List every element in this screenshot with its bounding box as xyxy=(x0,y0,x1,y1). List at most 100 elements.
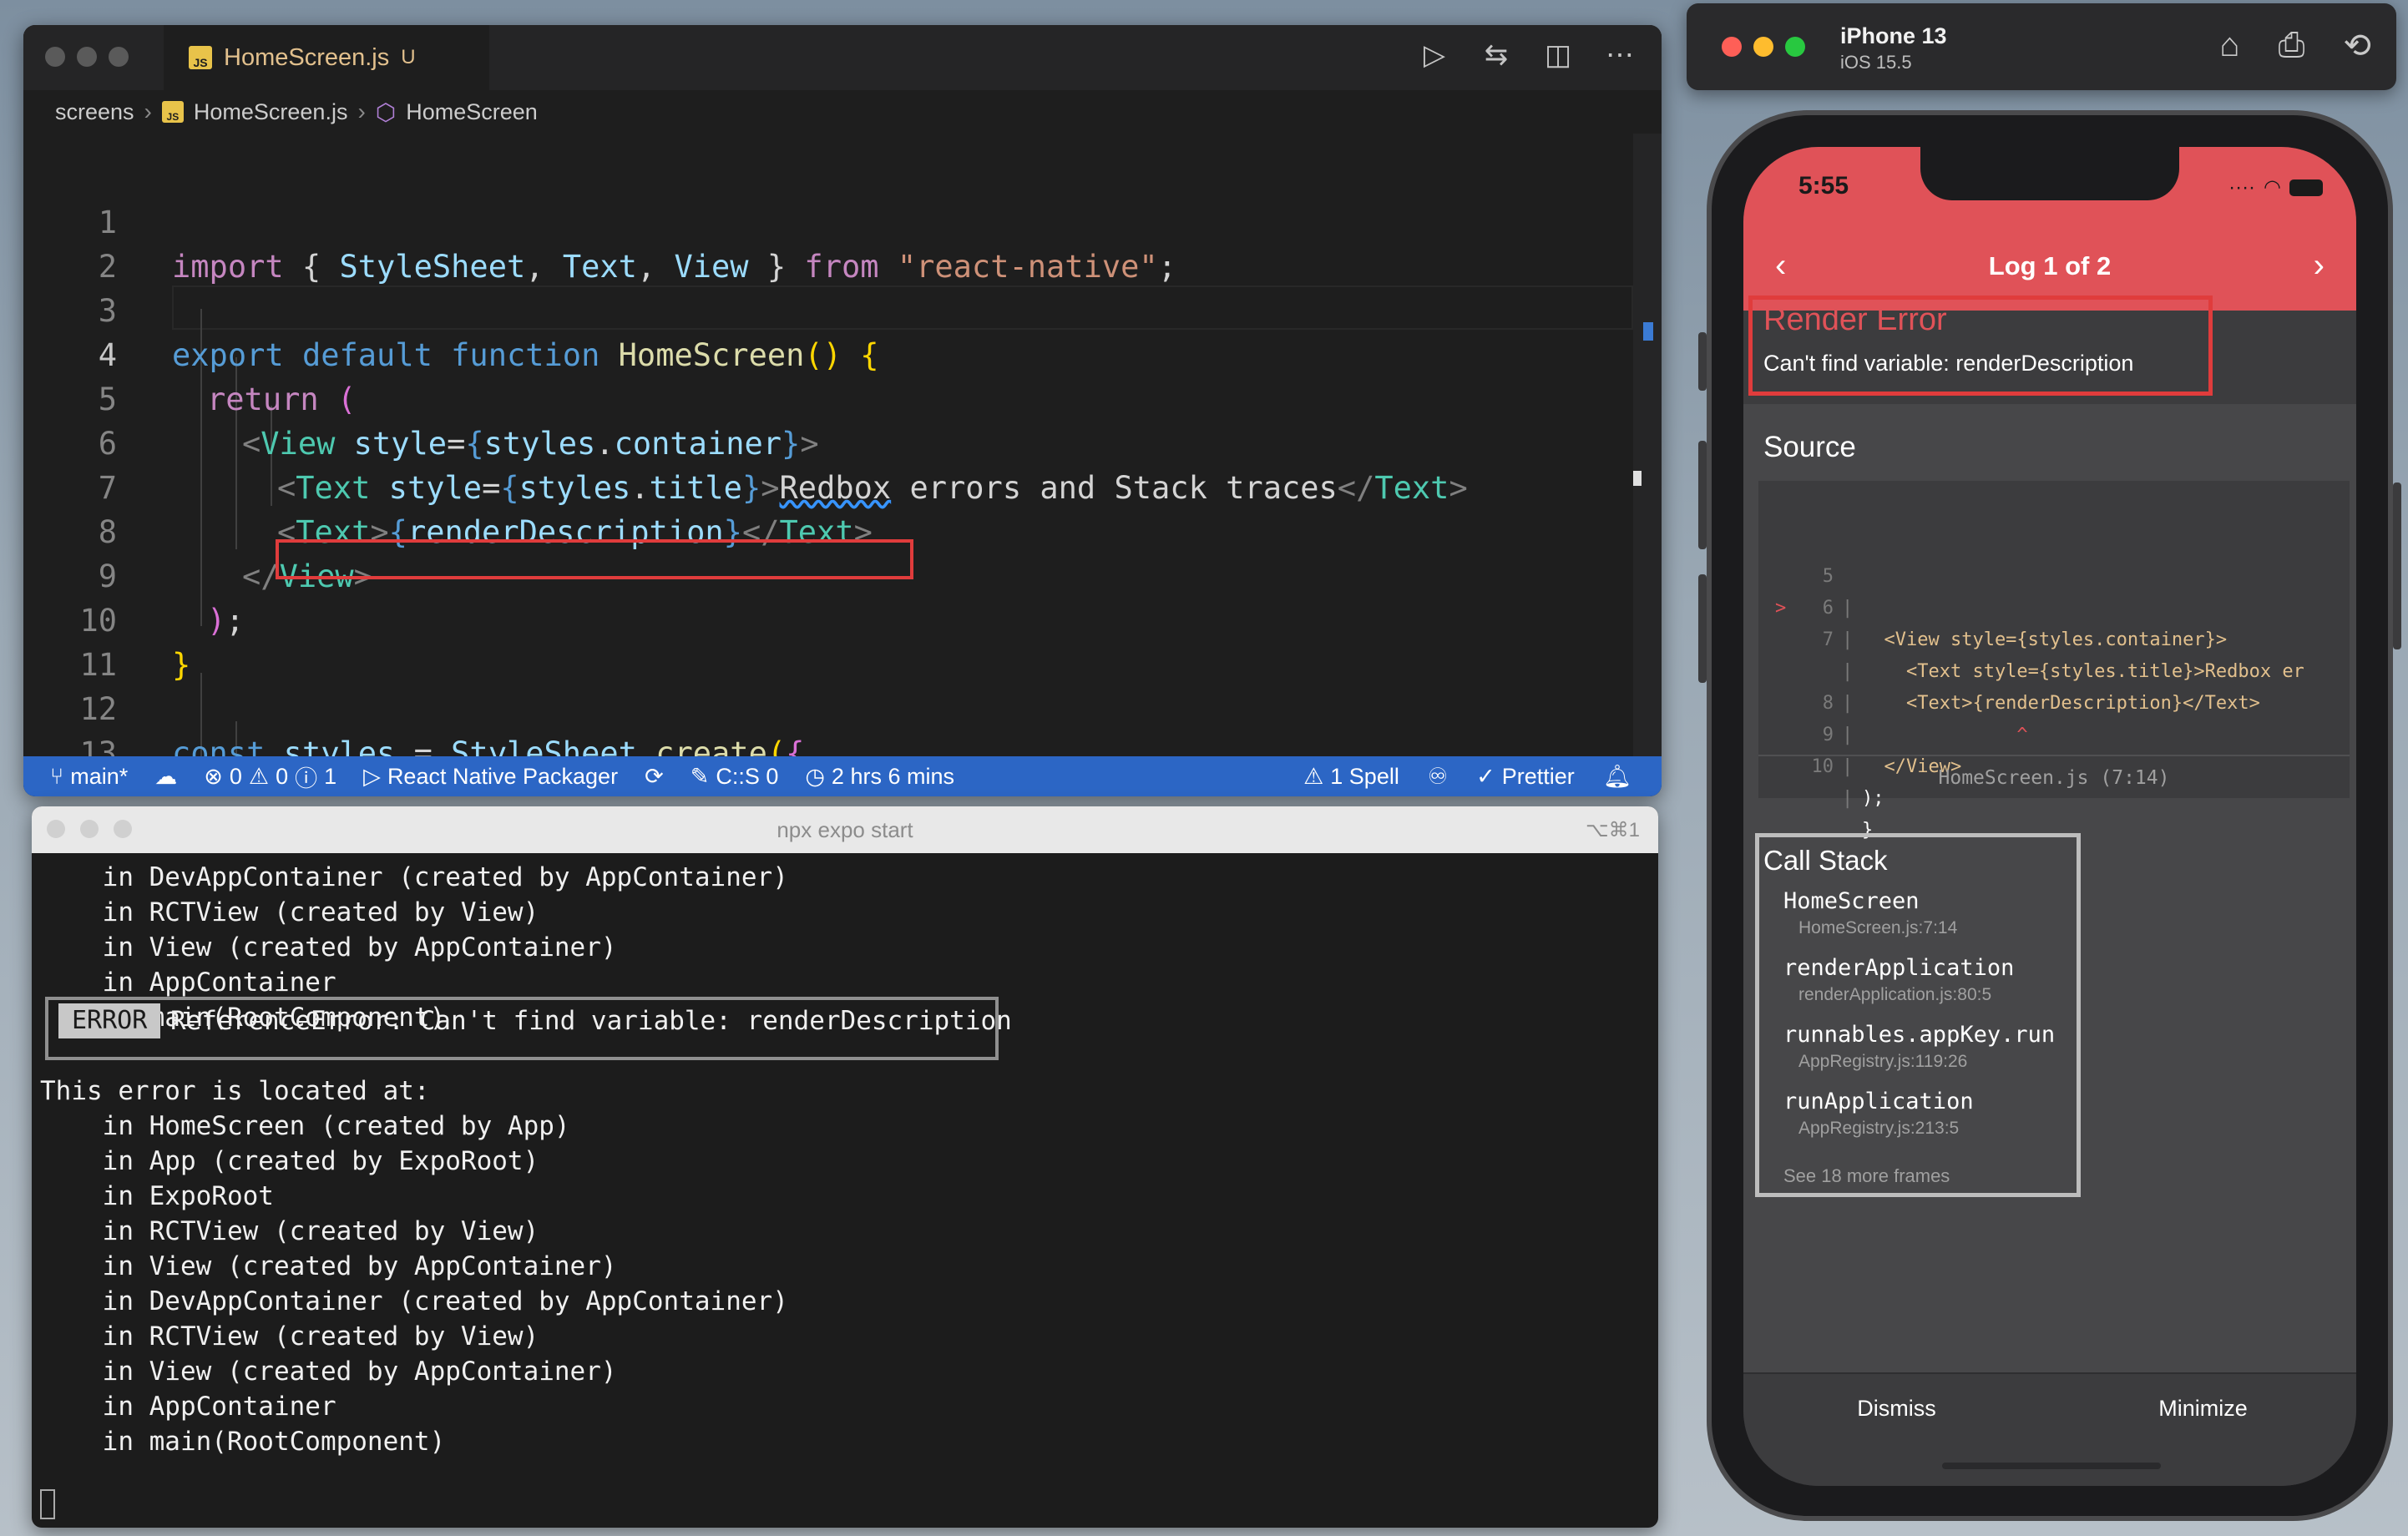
branch-name: main* xyxy=(70,763,129,789)
chevron-left-icon[interactable]: ‹ xyxy=(1775,247,1786,285)
problems-status[interactable]: ⊗ 0 ⚠ 0 ⓘ 1 xyxy=(204,760,336,793)
warning-icon: ⚠ xyxy=(1303,763,1324,789)
chevron-right-icon[interactable]: › xyxy=(2314,247,2325,285)
info-count: 1 xyxy=(324,763,337,789)
terminal-line: in DevAppContainer (created by AppContai… xyxy=(40,862,788,892)
code-line: 3 export default function HomeScreen() { xyxy=(23,245,1662,373)
notifications-status[interactable]: 🔔︎ xyxy=(1603,763,1631,790)
packager-label: React Native Packager xyxy=(387,763,619,789)
status-right: ⚠ 1 Spell ♾ ✓ Prettier 🔔︎ xyxy=(1275,763,1662,790)
time-tracker-status[interactable]: ◷ 2 hrs 6 mins xyxy=(805,764,954,790)
status-icons: ···· ◠ xyxy=(2228,175,2323,200)
source-line: 5 | <View style={styles.container}> xyxy=(1758,498,2227,650)
stack-frame-location: AppRegistry.js:119:26 xyxy=(1798,1052,1968,1071)
packager-status[interactable]: ▷ React Native Packager xyxy=(363,764,618,790)
terminal-line: in View (created by AppContainer) xyxy=(40,932,617,963)
run-debug-icon[interactable]: ▷ xyxy=(1418,38,1451,72)
spell-status[interactable]: ⚠ 1 Spell xyxy=(1303,763,1399,790)
minimize-window-button[interactable] xyxy=(1753,37,1773,57)
terminal-line: in App (created by ExpoRoot) xyxy=(40,1146,539,1176)
code-line: 4 return ( xyxy=(23,289,1662,417)
dismiss-button[interactable]: Dismiss xyxy=(1743,1396,2050,1422)
pencil-icon: ✎ xyxy=(690,763,710,789)
ccs-status[interactable]: ✎ C::S 0 xyxy=(691,764,779,790)
tab-filename: HomeScreen.js xyxy=(224,43,390,71)
close-window-button[interactable] xyxy=(45,47,65,67)
stack-frame-name[interactable]: runApplication xyxy=(1783,1089,1974,1114)
breadcrumb: screens › JS HomeScreen.js › ⬡ HomeScree… xyxy=(55,93,538,130)
warning-count: 0 xyxy=(276,763,289,789)
terminal-output[interactable]: in DevAppContainer (created by AppContai… xyxy=(40,860,1650,1528)
simulator-toolbar: iPhone 13 iOS 15.5 ⌂ ⎙ ⟲ xyxy=(1687,3,2396,90)
close-window-button[interactable] xyxy=(1722,37,1742,57)
prettier-status[interactable]: ✓ Prettier xyxy=(1476,763,1575,790)
terminal-line: in AppContainer xyxy=(40,1392,336,1422)
minimize-window-button[interactable] xyxy=(80,820,99,838)
window-controls xyxy=(47,820,132,838)
source-file-location[interactable]: HomeScreen.js (7:14) xyxy=(1758,755,2350,800)
scrollbar-thumb[interactable] xyxy=(1633,471,1642,486)
mute-switch[interactable] xyxy=(1698,332,1707,391)
refresh-icon: ⟳ xyxy=(645,763,664,789)
code-editor[interactable]: 1 import { StyleSheet, Text, View } from… xyxy=(23,142,1662,796)
js-file-icon: JS xyxy=(189,46,212,69)
phone-screen: 5:55 ···· ◠ ‹ Log 1 of 2 › Render Error … xyxy=(1743,147,2356,1486)
stack-frame-name[interactable]: runnables.appKey.run xyxy=(1783,1022,2055,1048)
stack-frame-name[interactable]: renderApplication xyxy=(1783,955,2014,981)
js-file-icon: JS xyxy=(161,101,184,123)
zoom-window-button[interactable] xyxy=(109,47,129,67)
call-stack-title: Call Stack xyxy=(1763,845,1888,876)
check-icon: ✓ xyxy=(1476,763,1495,789)
volume-down-button[interactable] xyxy=(1698,574,1707,683)
spell-label: 1 Spell xyxy=(1330,763,1399,789)
close-window-button[interactable] xyxy=(47,820,65,838)
minimize-button[interactable]: Minimize xyxy=(2050,1396,2356,1422)
log-counter: Log 1 of 2 xyxy=(1988,251,2112,280)
source-code: ^ xyxy=(1862,725,2028,745)
breadcrumb-folder[interactable]: screens xyxy=(55,99,134,125)
terminal-title: npx expo start xyxy=(777,816,913,842)
time-label: 2 hrs 6 mins xyxy=(831,763,954,789)
copilot-status[interactable]: ♾ xyxy=(1428,763,1448,790)
refresh-status[interactable]: ⟳ xyxy=(645,764,664,790)
terminal-line: in View (created by AppContainer) xyxy=(40,1357,617,1387)
terminal-line: in HomeScreen (created by App) xyxy=(40,1111,570,1141)
breadcrumb-file[interactable]: HomeScreen.js xyxy=(194,99,348,125)
terminal-line: in DevAppContainer (created by AppContai… xyxy=(40,1286,788,1316)
home-icon[interactable]: ⌂ xyxy=(2219,27,2239,65)
source-control-icon[interactable]: ⇆ xyxy=(1480,38,1513,72)
editor-scrollbar[interactable] xyxy=(1633,134,1662,768)
branch-status[interactable]: ⑂ main* xyxy=(50,764,128,790)
code-line: 8 </View> xyxy=(23,466,1662,594)
volume-up-button[interactable] xyxy=(1698,441,1707,549)
warning-icon: ⚠ xyxy=(248,763,270,789)
screenshot-icon[interactable]: ⎙ xyxy=(2278,27,2304,65)
editor-actions: ▷ ⇆ ◫ ⋯ xyxy=(1418,38,1637,72)
minimize-window-button[interactable] xyxy=(77,47,97,67)
sync-status[interactable]: ☁ xyxy=(154,764,177,790)
stack-frame-name[interactable]: HomeScreen xyxy=(1783,888,1920,914)
editor-tab[interactable]: JS HomeScreen.js U xyxy=(164,25,489,90)
zoom-window-button[interactable] xyxy=(114,820,132,838)
chevron-right-icon: › xyxy=(144,99,152,124)
terminal-cursor xyxy=(40,1489,55,1519)
notch xyxy=(1920,147,2179,200)
error-title: Render Error xyxy=(1763,302,1947,337)
rotate-icon[interactable]: ⟲ xyxy=(2343,27,2371,65)
window-controls xyxy=(45,47,129,67)
breadcrumb-symbol[interactable]: HomeScreen xyxy=(406,99,538,125)
more-actions-icon[interactable]: ⋯ xyxy=(1603,38,1637,72)
see-more-frames-link[interactable]: See 18 more frames xyxy=(1783,1165,1950,1187)
code-line: 2 xyxy=(23,200,1662,285)
split-editor-icon[interactable]: ◫ xyxy=(1541,38,1575,72)
iphone-frame: 5:55 ···· ◠ ‹ Log 1 of 2 › Render Error … xyxy=(1698,110,2401,1521)
error-highlight-box xyxy=(276,539,913,579)
home-indicator[interactable] xyxy=(1942,1463,2161,1469)
terminal-line: in RCTView (created by View) xyxy=(40,1216,539,1246)
zoom-window-button[interactable] xyxy=(1785,37,1805,57)
vscode-window: JS HomeScreen.js U ▷ ⇆ ◫ ⋯ screens › JS … xyxy=(23,25,1662,796)
history-icon: ◷ xyxy=(805,763,825,789)
source-line: 6 | <Text style={styles.title}>Redbox er xyxy=(1758,529,2304,682)
power-button[interactable] xyxy=(2393,483,2401,649)
tab-git-status: U xyxy=(401,46,416,68)
